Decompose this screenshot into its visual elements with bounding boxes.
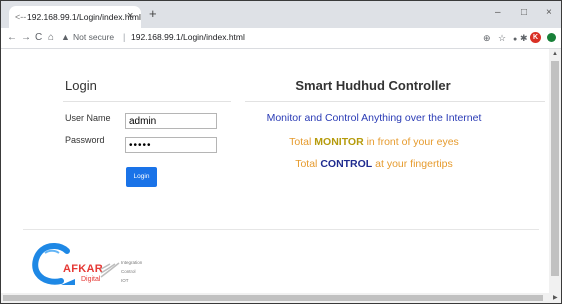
back-button[interactable]: ←	[7, 32, 17, 44]
tagline-monitor-control: Monitor and Control Anything over the In…	[266, 112, 482, 124]
browser-tab[interactable]: <-- 192.168.99.1/Login/index.html ×	[9, 6, 141, 28]
tagline-total-monitor: Total MONITOR in front of your eyes	[249, 135, 499, 149]
page-content: Login User Name admin Password ••••• Log…	[1, 49, 549, 293]
tagline-total-control: Total CONTROL at your fingertips	[249, 157, 499, 171]
puzzle-extensions-icon[interactable]: ✱	[520, 33, 528, 44]
new-tab-button[interactable]: +	[149, 7, 157, 21]
control-highlight: CONTROL	[320, 158, 373, 170]
controller-title: Smart Hudhud Controller	[295, 78, 451, 93]
scroll-right-arrow-icon[interactable]: ▶	[553, 295, 558, 302]
logo-sub-text: Digital	[81, 276, 101, 283]
profile-avatar[interactable]: K	[530, 32, 541, 43]
warning-icon[interactable]: ▲	[61, 31, 70, 43]
minimize-button[interactable]: –	[495, 7, 501, 19]
green-extension-icon[interactable]	[547, 33, 556, 42]
security-label[interactable]: Not secure	[73, 32, 114, 43]
afkar-logo: AFKAR Digital Integration Control IOT	[29, 239, 149, 291]
extension-icon[interactable]: ●	[513, 34, 517, 45]
password-input[interactable]: •••••	[125, 137, 217, 153]
horizontal-scroll-thumb[interactable]	[3, 295, 543, 301]
forward-button[interactable]: →	[21, 32, 31, 44]
browser-window: <-- 192.168.99.1/Login/index.html × + – …	[0, 0, 562, 304]
bookmark-star-icon[interactable]: ☆	[498, 33, 506, 44]
close-window-button[interactable]: ×	[546, 7, 552, 19]
logo-tag-control: Control	[121, 269, 136, 274]
controller-divider	[245, 101, 545, 102]
logo-tag-iot: IOT	[121, 278, 129, 283]
reload-button[interactable]: C	[35, 32, 42, 44]
tab-title: 192.168.99.1/Login/index.html	[27, 12, 141, 22]
logo-tag-integration: Integration	[121, 260, 143, 265]
tagline-control-pre: Total	[295, 158, 321, 170]
zoom-icon[interactable]: ⊕	[483, 33, 491, 44]
signal-waves-icon	[100, 262, 120, 278]
monitor-highlight: MONITOR	[314, 136, 364, 148]
tab-favicon-icon: <--	[15, 12, 27, 22]
tagline-control-post: at your fingertips	[372, 158, 453, 170]
url-text[interactable]: 192.168.99.1/Login/index.html	[131, 32, 245, 43]
url-separator: |	[123, 32, 126, 42]
tagline-monitor-pre: Total	[289, 136, 315, 148]
login-divider	[63, 101, 231, 102]
address-bar[interactable]: ▲ Not secure | 192.168.99.1/Login/index.…	[61, 30, 481, 45]
username-label: User Name	[65, 113, 111, 123]
vertical-scroll-thumb[interactable]	[551, 61, 559, 276]
login-button[interactable]: Login	[126, 167, 157, 187]
maximize-button[interactable]: □	[521, 7, 527, 19]
tab-strip: <-- 192.168.99.1/Login/index.html × + – …	[1, 1, 561, 28]
footer-divider	[23, 229, 539, 230]
login-title: Login	[65, 78, 97, 93]
logo-brand-text: AFKAR	[63, 263, 103, 275]
home-button[interactable]: ⌂	[48, 32, 54, 44]
tagline-monitor-post: in front of your eyes	[363, 136, 459, 148]
browser-toolbar: ← → C ⌂ ▲ Not secure | 192.168.99.1/Logi…	[1, 28, 561, 49]
username-input[interactable]: admin	[125, 113, 217, 129]
password-label: Password	[65, 135, 105, 145]
tab-close-icon[interactable]: ×	[127, 10, 133, 22]
scroll-up-arrow-icon[interactable]: ▲	[552, 51, 558, 58]
